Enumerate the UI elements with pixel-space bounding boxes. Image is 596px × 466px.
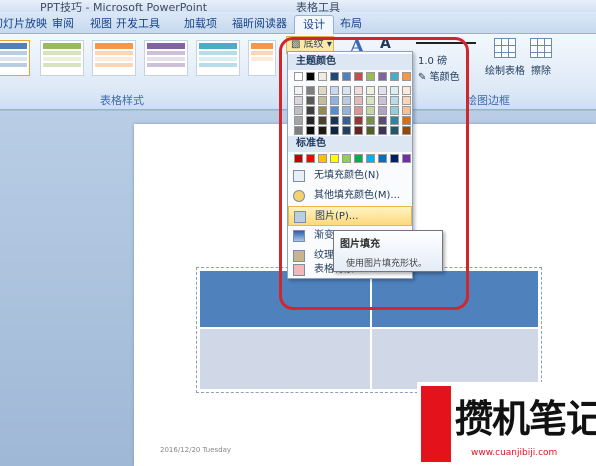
draw-borders-group-label: 绘图边框 xyxy=(466,94,510,107)
table-style-thumb[interactable] xyxy=(248,40,276,76)
eraser-label: 擦除 xyxy=(531,66,551,77)
table-style-thumb[interactable] xyxy=(0,40,30,76)
watermark-brand: 攒机笔记 xyxy=(455,397,596,441)
eraser-button[interactable]: 擦除 xyxy=(527,38,555,77)
tab-layout[interactable]: 布局 xyxy=(332,15,370,34)
draw-table-button[interactable]: 绘制表格 xyxy=(485,38,525,77)
site-watermark: 攒机笔记 www.cuanjibiji.com xyxy=(417,382,596,466)
ribbon-tabs: 幻灯片放映 审阅 视图 开发工具 加载项 福昕阅读器 设计 布局 xyxy=(0,12,596,34)
table-style-thumb[interactable] xyxy=(144,40,188,76)
tab-developer[interactable]: 开发工具 xyxy=(108,15,168,34)
annotation-highlight xyxy=(279,37,469,310)
table-style-thumb[interactable] xyxy=(40,40,84,76)
watermark-url: www.cuanjibiji.com xyxy=(471,448,558,458)
table-cell[interactable] xyxy=(199,328,371,390)
table-styles-group-label: 表格样式 xyxy=(100,94,144,107)
tab-design[interactable]: 设计 xyxy=(294,15,334,34)
table-styles-gallery xyxy=(0,40,280,88)
brand-logo-icon xyxy=(421,386,451,462)
slide-date: 2016/12/20 Tuesday xyxy=(160,446,232,454)
tab-review[interactable]: 审阅 xyxy=(44,15,82,34)
tab-foxit-reader[interactable]: 福昕阅读器 xyxy=(224,15,295,34)
table-cell[interactable] xyxy=(371,328,539,390)
title-bar: PPT技巧 - Microsoft PowerPoint 表格工具 xyxy=(0,0,596,14)
tab-addins[interactable]: 加载项 xyxy=(176,15,225,34)
table-style-thumb[interactable] xyxy=(196,40,240,76)
eraser-icon xyxy=(530,38,552,58)
table-style-thumb[interactable] xyxy=(92,40,136,76)
draw-table-label: 绘制表格 xyxy=(485,66,525,77)
draw-table-icon xyxy=(494,38,516,58)
